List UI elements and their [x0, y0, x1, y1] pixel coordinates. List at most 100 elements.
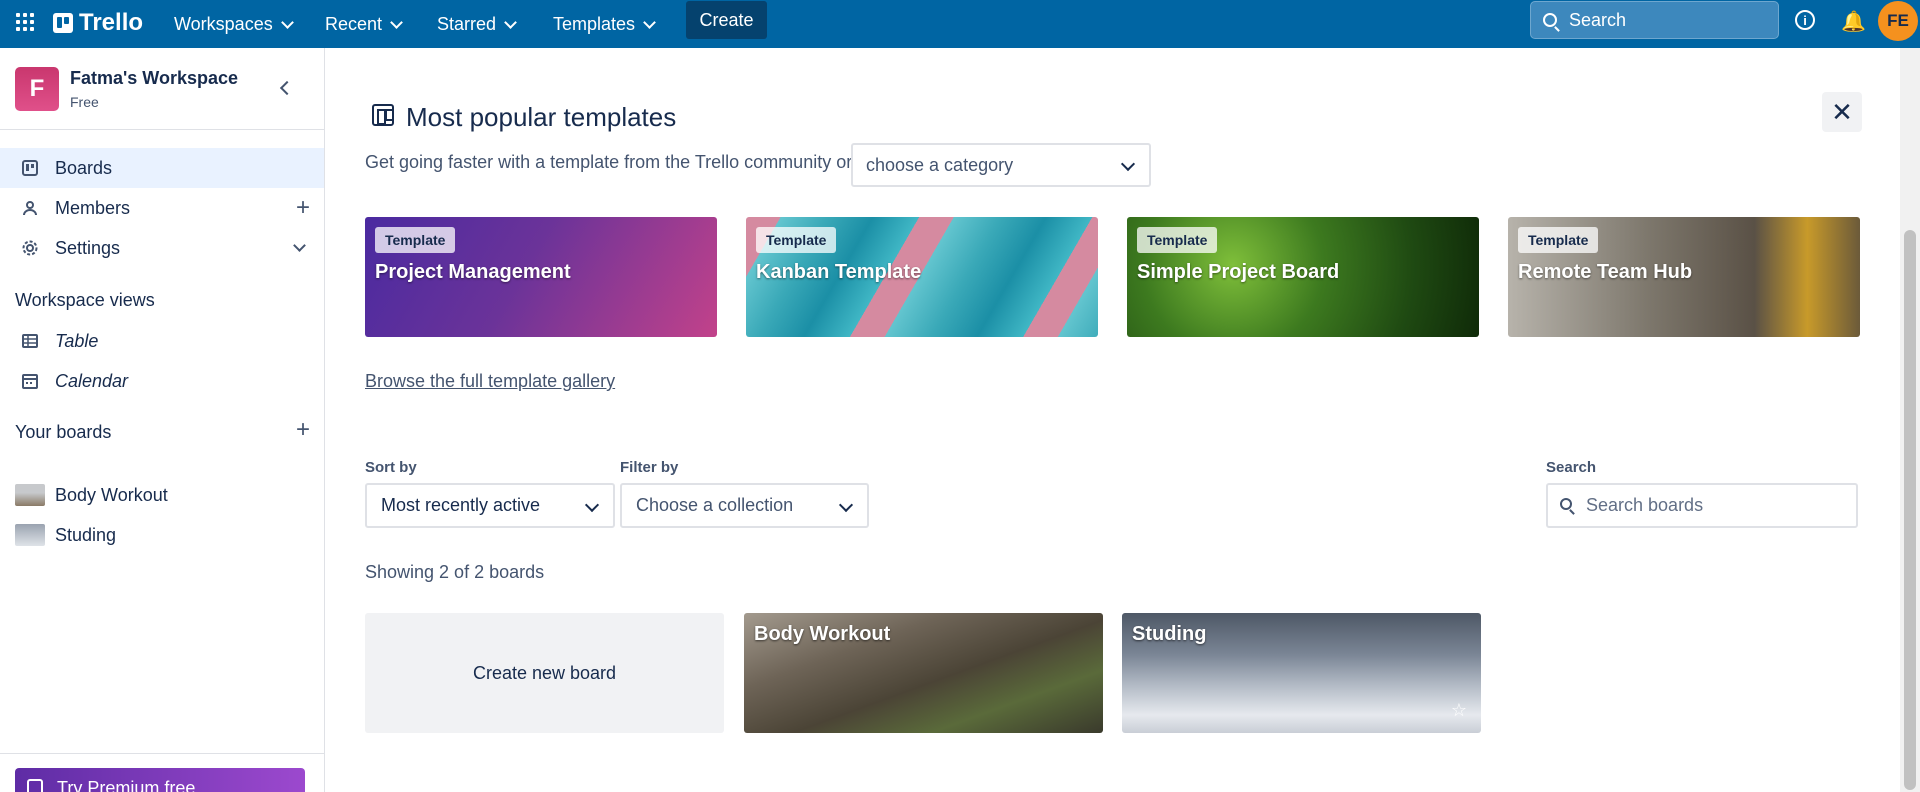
chevron-down-icon: [1120, 156, 1136, 172]
sidebar-board-label: Studing: [55, 524, 117, 545]
gear-icon: [22, 240, 38, 256]
create-new-board-card[interactable]: Create new board: [365, 613, 724, 733]
info-icon[interactable]: i: [1795, 10, 1815, 30]
sort-by-value: Most recently active: [381, 495, 541, 515]
chevron-down-icon: [838, 497, 854, 513]
search-label: Search: [1546, 459, 1597, 476]
try-premium-button[interactable]: Try Premium free: [15, 768, 305, 792]
create-button[interactable]: Create: [686, 1, 767, 39]
sidebar-item-members[interactable]: Members +: [0, 188, 324, 228]
search-boards-placeholder: Search boards: [1586, 495, 1704, 515]
user-avatar[interactable]: FE: [1878, 1, 1918, 41]
template-card-project-management[interactable]: Template Project Management: [365, 217, 717, 337]
add-board-plus-icon[interactable]: +: [296, 416, 310, 444]
star-icon[interactable]: ☆: [1451, 700, 1467, 721]
search-icon: [1543, 13, 1557, 27]
premium-label: Try Premium free: [57, 777, 196, 792]
template-name: Project Management: [375, 261, 571, 283]
sidebar-board-label: Body Workout: [55, 484, 168, 505]
notifications-bell-icon[interactable]: 🔔: [1841, 9, 1866, 34]
sort-by-label: Sort by: [365, 459, 417, 476]
workspace-name[interactable]: Fatma's Workspace: [70, 68, 238, 89]
template-name: Remote Team Hub: [1518, 261, 1693, 283]
search-boards-input[interactable]: Search boards: [1546, 483, 1858, 528]
template-card-kanban[interactable]: Template Kanban Template: [746, 217, 1098, 337]
template-name: Simple Project Board: [1137, 261, 1340, 283]
sidebar-item-label: Table: [55, 330, 99, 351]
add-member-plus-icon[interactable]: +: [296, 194, 310, 222]
scrollbar-thumb[interactable]: [1904, 230, 1916, 790]
sidebar-item-table[interactable]: Table: [0, 321, 324, 361]
page-scrollbar[interactable]: [1900, 48, 1920, 792]
premium-icon: [27, 779, 43, 792]
workspace-views-heading: Workspace views: [15, 290, 155, 310]
template-card-remote-team-hub[interactable]: Template Remote Team Hub: [1508, 217, 1860, 337]
logo-text: Trello: [79, 9, 144, 36]
filter-by-label: Filter by: [620, 459, 679, 476]
sidebar-item-label: Boards: [55, 157, 113, 178]
templates-title: Most popular templates: [406, 102, 677, 132]
template-badge: Template: [756, 227, 837, 253]
nav-templates-label: Templates: [553, 13, 636, 34]
chevron-down-icon: [390, 15, 403, 29]
nav-workspaces-label: Workspaces: [174, 13, 273, 34]
sidebar-item-label: Calendar: [55, 370, 129, 391]
board-card-title: Body Workout: [754, 623, 891, 645]
sidebar-item-calendar[interactable]: Calendar: [0, 361, 324, 401]
table-icon: [22, 334, 38, 348]
nav-recent[interactable]: Recent: [317, 8, 409, 40]
nav-templates[interactable]: Templates: [545, 8, 662, 40]
templates-subtitle: Get going faster with a template from th…: [365, 152, 853, 172]
your-boards-heading: Your boards: [15, 422, 112, 442]
top-navigation-bar: Trello Workspaces Recent Starred Templat…: [0, 0, 1920, 48]
category-select[interactable]: choose a category: [851, 143, 1151, 187]
board-thumbnail: [15, 484, 45, 506]
browse-template-gallery-link[interactable]: Browse the full template gallery: [365, 371, 615, 392]
template-card-simple-project-board[interactable]: Template Simple Project Board: [1127, 217, 1479, 337]
trello-logo[interactable]: Trello: [53, 9, 143, 37]
top-search-placeholder: Search: [1569, 9, 1627, 30]
nav-starred[interactable]: Starred: [429, 8, 523, 40]
template-badge: Template: [1518, 227, 1599, 253]
sidebar-item-label: Members: [55, 197, 131, 218]
boards-count-text: Showing 2 of 2 boards: [365, 562, 545, 582]
chevron-down-icon[interactable]: [293, 239, 306, 252]
create-new-board-label: Create new board: [472, 662, 617, 683]
top-search-input[interactable]: Search: [1530, 1, 1779, 39]
workspace-plan: Free: [70, 94, 99, 110]
category-select-value: choose a category: [866, 154, 1014, 175]
sidebar-item-boards[interactable]: Boards: [0, 148, 324, 188]
chevron-down-icon: [584, 497, 600, 513]
search-icon: [1560, 498, 1572, 510]
workspace-avatar: F: [15, 67, 59, 111]
sidebar-item-label: Settings: [55, 237, 121, 258]
collapse-sidebar-icon[interactable]: [279, 80, 295, 96]
workspace-header: F Fatma's Workspace Free: [0, 48, 324, 130]
board-card-studing[interactable]: Studing ☆: [1122, 613, 1481, 733]
filter-by-select[interactable]: Choose a collection: [620, 483, 869, 528]
calendar-icon: [22, 374, 38, 389]
board-card-body-workout[interactable]: Body Workout: [744, 613, 1103, 733]
workspace-sidebar: F Fatma's Workspace Free Boards Members …: [0, 48, 325, 792]
sidebar-board-body-workout[interactable]: Body Workout: [0, 475, 324, 515]
chevron-down-icon: [280, 15, 294, 29]
template-badge: Template: [1137, 227, 1218, 253]
person-icon: [23, 201, 37, 216]
template-board-icon: [372, 104, 394, 126]
chevron-down-icon: [643, 15, 656, 29]
nav-recent-label: Recent: [325, 13, 383, 34]
sidebar-board-studing[interactable]: Studing: [0, 515, 324, 555]
board-thumbnail: [15, 524, 45, 546]
board-card-title: Studing: [1132, 623, 1207, 645]
filter-by-value: Choose a collection: [636, 495, 794, 515]
sidebar-divider: [0, 753, 324, 754]
chevron-down-icon: [504, 15, 517, 29]
template-badge: Template: [375, 227, 456, 253]
nav-workspaces[interactable]: Workspaces: [166, 8, 300, 40]
sidebar-item-settings[interactable]: Settings: [0, 228, 324, 268]
app-switcher-icon[interactable]: [14, 11, 36, 33]
sort-by-select[interactable]: Most recently active: [365, 483, 615, 528]
close-templates-button[interactable]: ✕: [1822, 92, 1862, 132]
board-icon: [22, 160, 38, 176]
template-name: Kanban Template: [756, 261, 922, 283]
